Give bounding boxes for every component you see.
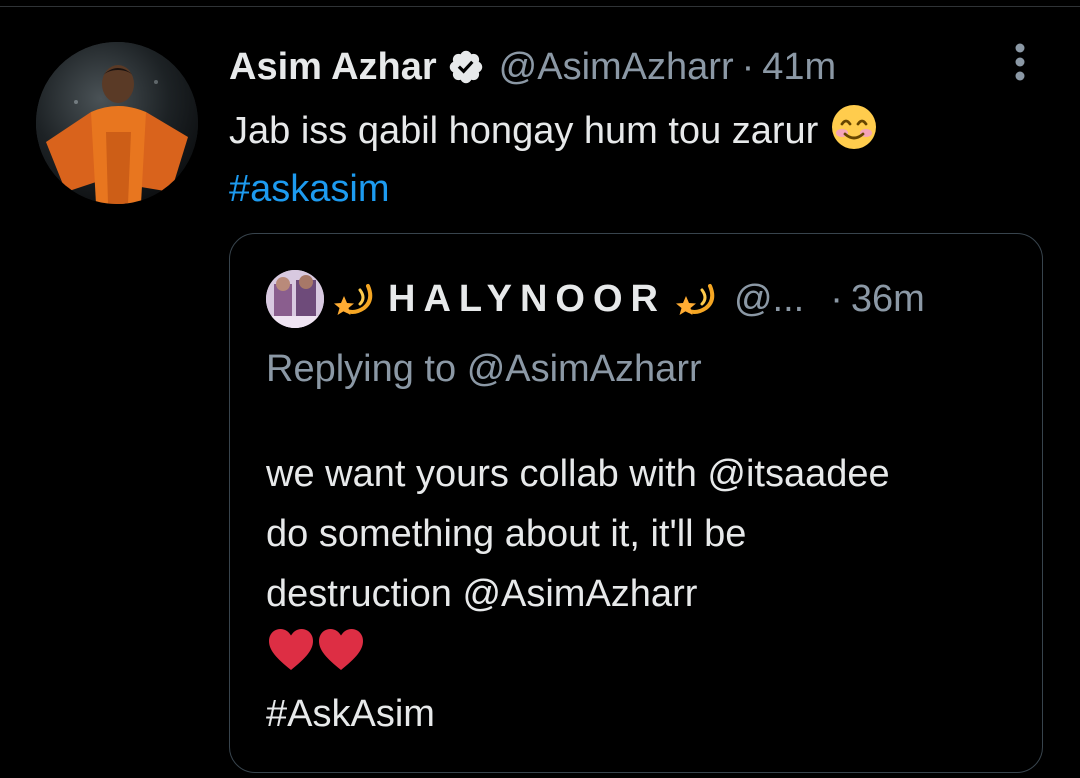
tweet[interactable]: Asim Azhar @AsimAzharr · 41m Jab iss qab… [0, 0, 1080, 778]
quoted-tweet-card[interactable]: HALYNOOR @... · 36m Replying to @AsimAzh… [229, 233, 1043, 773]
author-handle[interactable]: @AsimAzharr [499, 46, 734, 89]
tweet-timestamp[interactable]: 41m [762, 46, 836, 89]
more-options-icon[interactable] [1006, 40, 1034, 84]
quote-author-handle[interactable]: @... [734, 278, 804, 321]
author-avatar[interactable] [36, 42, 198, 204]
dizzy-star-emoji-icon [672, 276, 718, 322]
smiling-face-emoji-icon [830, 103, 878, 151]
separator-dot: · [741, 45, 755, 88]
quote-text-line: do something about it, it'll be [266, 513, 747, 555]
tweet-header: Asim Azhar @AsimAzharr · 41m [229, 44, 836, 90]
dizzy-star-emoji-icon [330, 276, 376, 322]
quote-separator-dot: · [830, 277, 843, 320]
quote-hashtag[interactable]: #AskAsim [266, 684, 1026, 744]
replying-to: Replying to @AsimAzharr [266, 348, 702, 391]
red-heart-emoji-icon [266, 626, 316, 676]
quote-author-avatar[interactable] [266, 270, 324, 328]
tweet-text-content: Jab iss qabil hongay hum tou zarur [229, 110, 819, 152]
quote-text-line: we want yours collab with @itsaadee [266, 453, 890, 495]
replying-to-mention[interactable]: @AsimAzharr [467, 348, 702, 390]
replying-to-prefix: Replying to [266, 348, 457, 390]
tweet-text: Jab iss qabil hongay hum tou zarur #aska… [229, 102, 878, 218]
author-name[interactable]: Asim Azhar [229, 46, 437, 89]
verified-badge-icon [447, 48, 485, 86]
quote-text-line: destruction @AsimAzharr [266, 573, 698, 615]
hashtag-link[interactable]: #askasim [229, 168, 390, 210]
quote-author-name[interactable]: HALYNOOR [388, 278, 666, 321]
red-heart-emoji-icon [316, 626, 366, 676]
quote-timestamp[interactable]: 36m [851, 278, 925, 321]
quote-text: we want yours collab with @itsaadee do s… [266, 444, 1026, 744]
quote-header: HALYNOOR @... · 36m [266, 270, 925, 328]
hearts-row [266, 624, 1026, 684]
